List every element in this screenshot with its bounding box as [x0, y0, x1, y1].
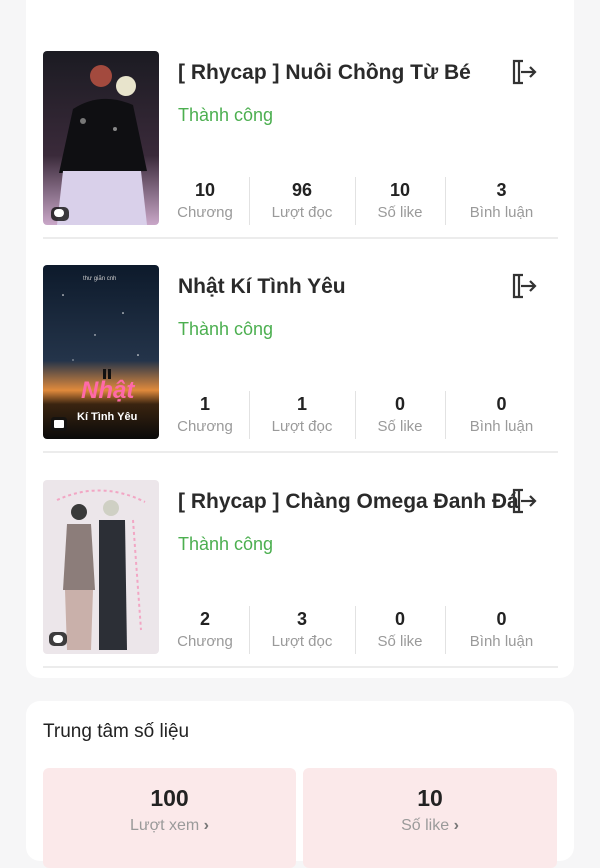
metric-value: 10 — [389, 180, 411, 200]
exit-icon[interactable] — [509, 486, 539, 516]
metric-likes: 0 Số like — [355, 606, 445, 654]
story-cover[interactable]: thư giãn cnh Nhật Kí Tình Yêu — [43, 265, 159, 439]
exit-icon[interactable] — [509, 271, 539, 301]
story-cover[interactable] — [43, 480, 159, 654]
metric-label: Chương — [177, 418, 233, 435]
story-title[interactable]: Nhật Kí Tình Yêu — [178, 275, 508, 299]
story-metrics: 10 Chương 96 Lượt đọc 10 Số like 3 Bình … — [161, 177, 558, 225]
story-item[interactable]: thư giãn cnh Nhật Kí Tình Yêu Nhật Kí Tì… — [43, 265, 558, 454]
stat-label-row: Lượt xem › — [43, 817, 296, 835]
metric-label: Lượt đọc — [271, 418, 333, 435]
cover-image — [43, 51, 159, 225]
metric-comments: 3 Bình luận — [445, 177, 558, 225]
cover-top-text: thư giãn cnh — [83, 276, 117, 282]
metric-comments: 0 Bình luận — [445, 391, 558, 439]
metric-value: 1 — [296, 394, 307, 414]
metric-value: 0 — [394, 394, 405, 414]
chat-bubble-icon — [53, 635, 63, 643]
metric-value: 2 — [199, 609, 210, 629]
book-icon — [54, 420, 64, 428]
cover-image — [43, 480, 159, 654]
metric-chapters: 2 Chương — [161, 606, 249, 654]
metric-value: 1 — [199, 394, 210, 414]
metric-value: 3 — [496, 180, 507, 200]
story-title[interactable]: [ Rhycap ] Nuôi Chồng Từ Bé — [178, 61, 508, 85]
metric-chapters: 1 Chương — [161, 391, 249, 439]
metric-likes: 10 Số like — [355, 177, 445, 225]
stat-label: Lượt xem — [130, 817, 200, 834]
metric-label: Bình luận — [469, 418, 534, 435]
metric-value: 3 — [296, 609, 307, 629]
metric-chapters: 10 Chương — [161, 177, 249, 225]
metric-reads: 96 Lượt đọc — [249, 177, 355, 225]
stat-views[interactable]: 100 Lượt xem › — [43, 768, 296, 868]
stat-likes[interactable]: 10 Số like › — [303, 768, 557, 868]
story-list-card: [ Rhycap ] Nuôi Chồng Từ Bé Thành công 1… — [26, 0, 574, 678]
story-metrics: 1 Chương 1 Lượt đọc 0 Số like 0 Bình luậ… — [161, 391, 558, 439]
metric-label: Bình luận — [469, 204, 534, 221]
chevron-right-icon: › — [453, 817, 459, 834]
divider — [43, 666, 558, 668]
story-item[interactable]: [ Rhycap ] Chàng Omega Đanh Đá Thành côn… — [43, 480, 558, 669]
metric-value: 0 — [496, 394, 507, 414]
metric-value: 0 — [496, 609, 507, 629]
stat-label-row: Số like › — [303, 817, 557, 835]
cover-big-text: Nhật — [81, 377, 135, 404]
cover-sub-text: Kí Tình Yêu — [77, 411, 138, 423]
stat-value: 100 — [150, 785, 189, 811]
metric-label: Lượt đọc — [271, 633, 333, 650]
divider — [43, 237, 558, 239]
metric-likes: 0 Số like — [355, 391, 445, 439]
story-metrics: 2 Chương 3 Lượt đọc 0 Số like 0 Bình luậ… — [161, 606, 558, 654]
story-title[interactable]: [ Rhycap ] Chàng Omega Đanh Đá — [178, 490, 519, 514]
metric-label: Bình luận — [469, 633, 534, 650]
metric-comments: 0 Bình luận — [445, 606, 558, 654]
stats-center-card: Trung tâm số liệu 100 Lượt xem › 10 Số l… — [26, 701, 574, 868]
metric-value: 96 — [291, 180, 313, 200]
chevron-right-icon: › — [203, 817, 209, 834]
metric-reads: 1 Lượt đọc — [249, 391, 355, 439]
metric-reads: 3 Lượt đọc — [249, 606, 355, 654]
exit-icon[interactable] — [509, 57, 539, 87]
metric-label: Số like — [377, 633, 423, 650]
divider — [43, 451, 558, 453]
story-item[interactable]: [ Rhycap ] Nuôi Chồng Từ Bé Thành công 1… — [43, 51, 558, 240]
metric-label: Số like — [377, 418, 423, 435]
metric-label: Chương — [177, 204, 233, 221]
story-status: Thành công — [178, 105, 274, 125]
story-status: Thành công — [178, 319, 274, 339]
metric-value: 0 — [394, 609, 405, 629]
chat-bubble-icon — [54, 209, 64, 217]
metric-label: Lượt đọc — [271, 204, 333, 221]
stat-value: 10 — [417, 785, 443, 811]
metric-value: 10 — [194, 180, 216, 200]
story-status: Thành công — [178, 534, 274, 554]
metric-label: Chương — [177, 633, 233, 650]
stat-label: Số like — [401, 817, 450, 834]
story-cover[interactable] — [43, 51, 159, 225]
stats-heading: Trung tâm số liệu — [43, 721, 190, 742]
metric-label: Số like — [377, 204, 423, 221]
